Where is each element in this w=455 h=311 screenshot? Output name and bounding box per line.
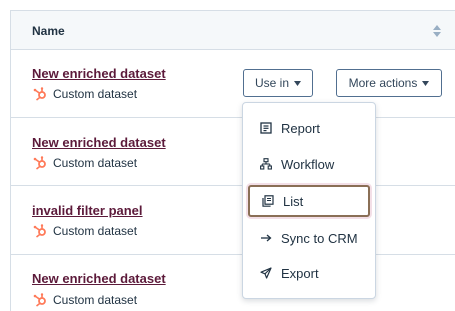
report-icon — [260, 122, 272, 134]
hubspot-sprocket-icon — [33, 293, 46, 307]
table-row: New enriched dataset Custom dataset Use … — [11, 51, 455, 118]
dataset-type: Custom dataset — [33, 293, 137, 307]
menu-item-workflow[interactable]: Workflow — [243, 149, 375, 179]
export-icon — [260, 267, 272, 279]
use-in-label: Use in — [254, 76, 289, 90]
table-row: New enriched dataset Custom dataset — [11, 119, 455, 186]
table-row: invalid filter panel Custom dataset — [11, 187, 455, 255]
menu-item-label: Export — [281, 265, 319, 281]
column-header-name[interactable]: Name — [32, 24, 65, 38]
menu-item-report[interactable]: Report — [243, 113, 375, 143]
dataset-name-link[interactable]: New enriched dataset — [32, 66, 166, 81]
dataset-type: Custom dataset — [33, 224, 137, 238]
list-icon — [262, 195, 274, 207]
workflow-icon — [260, 158, 272, 170]
table-header: Name — [11, 11, 455, 50]
menu-item-label: Sync to CRM — [281, 230, 358, 246]
menu-item-label: List — [283, 193, 304, 209]
dataset-type-label: Custom dataset — [53, 224, 138, 238]
hubspot-sprocket-icon — [33, 224, 46, 238]
menu-item-list[interactable]: List — [248, 185, 370, 217]
caret-down-icon — [422, 80, 430, 86]
dataset-type: Custom dataset — [33, 156, 137, 170]
dataset-type: Custom dataset — [33, 87, 137, 101]
dataset-name-link[interactable]: New enriched dataset — [32, 135, 166, 150]
menu-item-label: Workflow — [281, 156, 335, 172]
datasets-table: Name New enriched dataset Custom dataset… — [10, 10, 455, 311]
menu-item-export[interactable]: Export — [243, 258, 375, 288]
arrow-right-icon — [261, 234, 272, 242]
dataset-type-label: Custom dataset — [53, 87, 138, 101]
dataset-type-label: Custom dataset — [53, 293, 138, 307]
hubspot-sprocket-icon — [33, 87, 46, 101]
sort-icon[interactable] — [432, 23, 442, 39]
caret-down-icon — [294, 80, 301, 86]
dataset-name-link[interactable]: New enriched dataset — [32, 271, 166, 286]
more-actions-button[interactable]: More actions — [336, 69, 442, 97]
menu-item-label: Report — [281, 120, 321, 136]
menu-item-sync-to-crm[interactable]: Sync to CRM — [243, 223, 375, 253]
table-row: New enriched dataset Custom dataset — [11, 256, 455, 311]
more-actions-label: More actions — [348, 76, 418, 90]
hubspot-sprocket-icon — [33, 156, 46, 170]
dataset-type-label: Custom dataset — [53, 156, 138, 170]
use-in-dropdown-menu: Report Workflow List Sync to CRM Export — [242, 102, 376, 299]
dataset-name-link[interactable]: invalid filter panel — [32, 203, 143, 218]
use-in-button[interactable]: Use in — [243, 69, 313, 97]
